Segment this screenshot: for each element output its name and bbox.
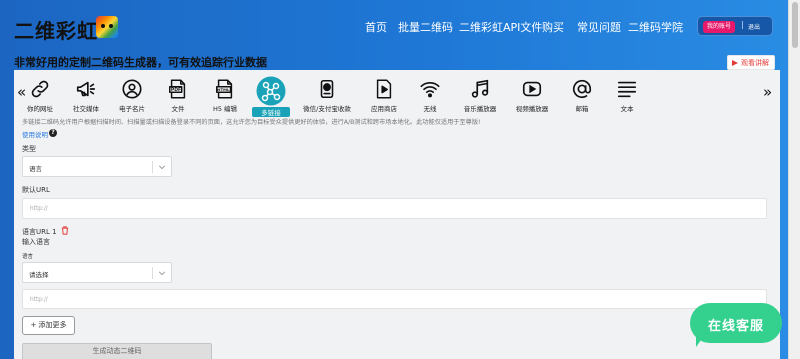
category-wifi[interactable]: 无线 xyxy=(403,78,457,113)
share-network-icon xyxy=(256,76,286,106)
chat-bubble-tail xyxy=(696,333,706,347)
help-icon[interactable]: ? xyxy=(49,129,57,137)
category-file[interactable]: PDF 文件 xyxy=(151,78,205,113)
carousel-next-button[interactable]: » xyxy=(763,83,772,101)
account-area: 我的账号 | 退出 xyxy=(697,16,773,36)
logo-text[interactable]: 二维彩虹 xyxy=(14,15,98,44)
megaphone-icon xyxy=(76,81,96,97)
select-divider xyxy=(152,161,153,173)
category-text[interactable]: 文本 xyxy=(600,78,654,113)
text-lines-icon xyxy=(617,81,637,98)
category-label: 微信/支付宝收款 xyxy=(303,105,351,113)
category-payment[interactable]: 微信/支付宝收款 xyxy=(298,78,356,113)
watch-tutorial-label: 观看讲解 xyxy=(741,59,769,67)
nav-batch-qr[interactable]: 批量二维码 xyxy=(398,19,453,35)
pdf-file-icon: PDF xyxy=(169,79,186,99)
nav-api-docs[interactable]: 二维彩虹API文件 xyxy=(459,19,542,35)
type-label: 类型 xyxy=(22,145,36,153)
language-select[interactable]: 请选择 xyxy=(22,262,172,283)
app-store-icon xyxy=(376,79,392,99)
category-multi-link[interactable]: 多链接 xyxy=(244,76,298,117)
language-select-value: 请选择 xyxy=(29,271,49,279)
scrollbar-thumb[interactable] xyxy=(792,2,798,48)
category-video[interactable]: 视频播放器 xyxy=(505,78,559,113)
chevron-down-icon xyxy=(158,165,166,170)
nav-buy[interactable]: 购买 xyxy=(542,19,564,35)
category-label: 无线 xyxy=(423,105,437,113)
payment-icon xyxy=(320,79,334,99)
music-note-icon xyxy=(471,79,489,98)
svg-text:HTML: HTML xyxy=(217,87,230,92)
person-icon xyxy=(122,79,142,99)
page-subtitle: 非常好用的定制二维码生成器，可有效追踪行业数据 xyxy=(14,56,267,69)
language-url-input[interactable]: http:// xyxy=(22,289,767,309)
enter-language-label: 输入语言 xyxy=(22,238,50,246)
page-scrollbar[interactable] xyxy=(788,0,800,359)
usage-guide-link[interactable]: 使用说明 xyxy=(22,129,48,139)
feature-description: 多链接二维码允许用户根据扫描时间、扫描量或扫描设备登录不同的页面，这允许您为目标… xyxy=(22,119,481,126)
type-select-value: 语言 xyxy=(29,165,42,173)
category-label: 文件 xyxy=(171,105,185,113)
default-url-input[interactable]: http:// xyxy=(22,198,767,219)
chevron-down-icon xyxy=(158,271,166,276)
svg-text:PDF: PDF xyxy=(171,87,181,93)
language-label: 语言 xyxy=(22,254,34,260)
at-sign-icon xyxy=(572,79,592,99)
category-label: 视频播放器 xyxy=(515,105,549,113)
trash-icon[interactable] xyxy=(61,226,69,235)
nav-home[interactable]: 首页 xyxy=(365,19,387,35)
watch-tutorial-button[interactable]: 观看讲解 xyxy=(727,55,775,70)
generate-dynamic-qr-button[interactable]: 生成动态二维码 xyxy=(22,343,212,359)
nav-faq[interactable]: 常见问题 xyxy=(577,19,621,35)
rainbow-bear-icon[interactable] xyxy=(96,16,118,38)
html-file-icon: HTML xyxy=(216,79,233,99)
default-url-placeholder: http:// xyxy=(30,206,48,212)
language-url-title: 语言URL 1 xyxy=(22,228,57,236)
wifi-icon xyxy=(420,82,440,98)
category-label: 文本 xyxy=(620,105,634,113)
online-support-button[interactable]: 在线客服 xyxy=(690,303,782,347)
type-select[interactable]: 语言 xyxy=(22,156,172,177)
language-url-placeholder: http:// xyxy=(30,297,48,303)
category-label: 音乐播放器 xyxy=(463,105,497,113)
video-play-icon xyxy=(522,81,542,97)
category-music[interactable]: 音乐播放器 xyxy=(453,78,507,113)
separator: | xyxy=(741,20,744,29)
play-icon xyxy=(732,60,738,66)
select-divider xyxy=(152,267,153,279)
link-icon xyxy=(31,80,49,98)
category-label: 多链接 xyxy=(252,107,290,117)
add-more-button[interactable]: + 添加更多 xyxy=(22,316,75,335)
default-url-label: 默认URL xyxy=(22,186,50,194)
logout-link[interactable]: 退出 xyxy=(748,22,760,31)
nav-qr-academy[interactable]: 二维码学院 xyxy=(628,19,683,35)
online-support-label: 在线客服 xyxy=(707,319,764,334)
my-account-button[interactable]: 我的账号 xyxy=(703,21,736,33)
